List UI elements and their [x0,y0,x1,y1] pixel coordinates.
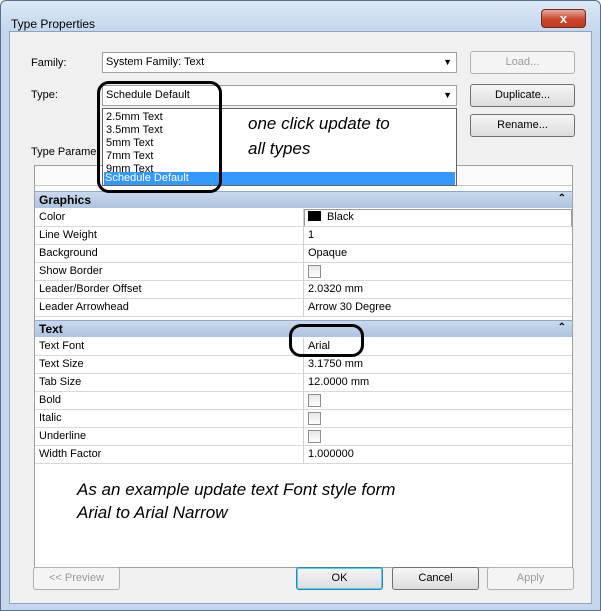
window-title: Type Properties [11,17,96,31]
group-header-graphics[interactable]: Graphics ⌃ [35,191,572,208]
chevron-down-icon: ▼ [443,57,452,67]
cancel-button[interactable]: Cancel [392,567,479,590]
load-button[interactable]: Load... [470,51,575,74]
param-value-text: Black [327,211,354,223]
param-value[interactable]: Opaque [308,247,347,259]
ok-button[interactable]: OK [296,567,383,590]
type-label: Type: [31,89,58,101]
annotation-dropdown-note-line1: one click update to [248,114,390,133]
param-value[interactable]: 2.0320 mm [308,283,363,295]
param-value [308,394,321,407]
param-value [308,412,321,425]
param-value[interactable]: 1.000000 [308,448,354,460]
param-value [308,430,321,443]
duplicate-button[interactable]: Duplicate... [470,84,575,107]
param-value[interactable]: 3.1750 mm [308,358,363,370]
param-name: Bold [39,394,62,406]
param-name: Background [39,247,98,259]
type-parameters-label: Type Parame [31,146,97,158]
preview-button[interactable]: << Preview [33,567,120,590]
param-name: Leader Arrowhead [39,301,129,313]
family-select-value: System Family: Text [106,56,205,68]
param-name: Italic [39,412,62,424]
close-button[interactable]: x [541,9,586,28]
underline-checkbox[interactable] [308,430,321,443]
type-parameters-table: Graphics ⌃ Color Black Line Weight 1 Bac… [34,165,573,568]
italic-checkbox[interactable] [308,412,321,425]
param-value[interactable]: Arrow 30 Degree [308,301,391,313]
type-properties-dialog: Type Properties x Family: System Family:… [0,0,601,611]
rename-button[interactable]: Rename... [470,114,575,137]
family-select[interactable]: System Family: Text ▼ [102,52,457,73]
param-name: Text Font [39,340,85,352]
param-name: Leader/Border Offset [39,283,142,295]
collapse-icon[interactable]: ⌃ [558,193,566,204]
column-divider [303,209,304,317]
group-label: Graphics [39,193,92,207]
bold-checkbox[interactable] [308,394,321,407]
callout-text-font [289,324,364,357]
color-swatch [308,211,321,221]
apply-button[interactable]: Apply [487,567,574,590]
title-bar[interactable]: Type Properties [1,1,600,31]
param-value[interactable]: 12.0000 mm [308,376,369,388]
param-name: Text Size [39,358,84,370]
param-name: Tab Size [39,376,82,388]
param-name: Show Border [39,265,103,277]
param-name: Width Factor [39,448,102,460]
callout-type-list [97,81,222,193]
param-value[interactable]: 1 [308,229,314,241]
param-value [308,265,321,278]
annotation-font-note-line2: Arial to Arial Narrow [77,503,228,522]
collapse-icon[interactable]: ⌃ [558,322,566,333]
annotation-dropdown-note-line2: all types [248,139,311,158]
group-label: Text [39,322,63,336]
param-value[interactable]: Black [308,211,354,223]
family-label: Family: [31,57,67,69]
show-border-checkbox[interactable] [308,265,321,278]
param-name: Line Weight [39,229,97,241]
param-name: Underline [39,430,87,442]
annotation-font-note-line1: As an example update text Font style for… [77,480,396,499]
param-name: Color [39,211,66,223]
chevron-down-icon: ▼ [443,90,452,100]
